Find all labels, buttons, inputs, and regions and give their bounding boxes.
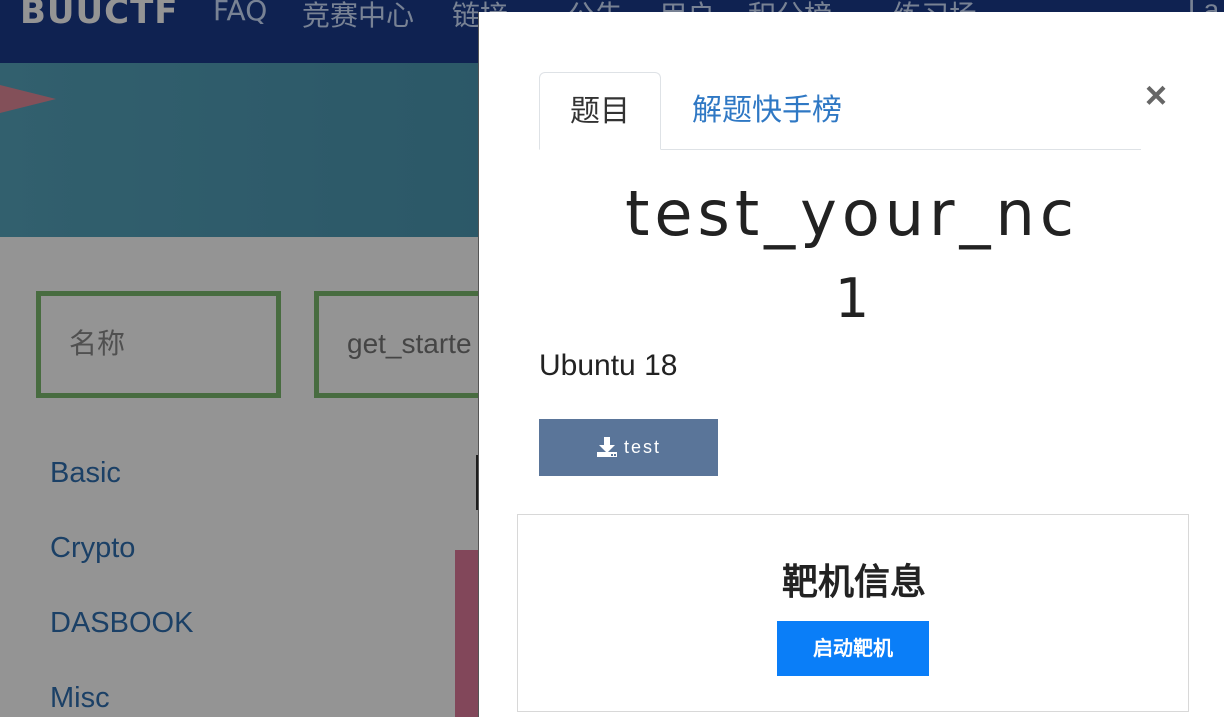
target-machine-title: 靶机信息 — [781, 562, 926, 603]
challenge-name: test_your_nc — [625, 177, 1079, 250]
start-machine-button[interactable]: 启动靶机 — [777, 621, 929, 676]
challenge-description: Ubuntu 18 — [539, 349, 678, 382]
challenge-value: 1 — [834, 267, 870, 330]
download-file-label: test — [623, 437, 661, 457]
tab-solves[interactable]: 解题快手榜 — [692, 72, 842, 149]
download-icon — [596, 437, 617, 457]
close-icon[interactable]: × — [1139, 74, 1173, 118]
tab-challenge[interactable]: 题目 — [539, 72, 661, 150]
modal-tabs: 题目 解题快手榜 — [539, 72, 1141, 150]
download-file-button[interactable]: test — [539, 419, 718, 476]
target-machine-card: 靶机信息 启动靶机 — [517, 514, 1189, 712]
challenge-modal: 题目 解题快手榜 × test_your_nc 1 Ubuntu 18 test… — [478, 12, 1224, 717]
